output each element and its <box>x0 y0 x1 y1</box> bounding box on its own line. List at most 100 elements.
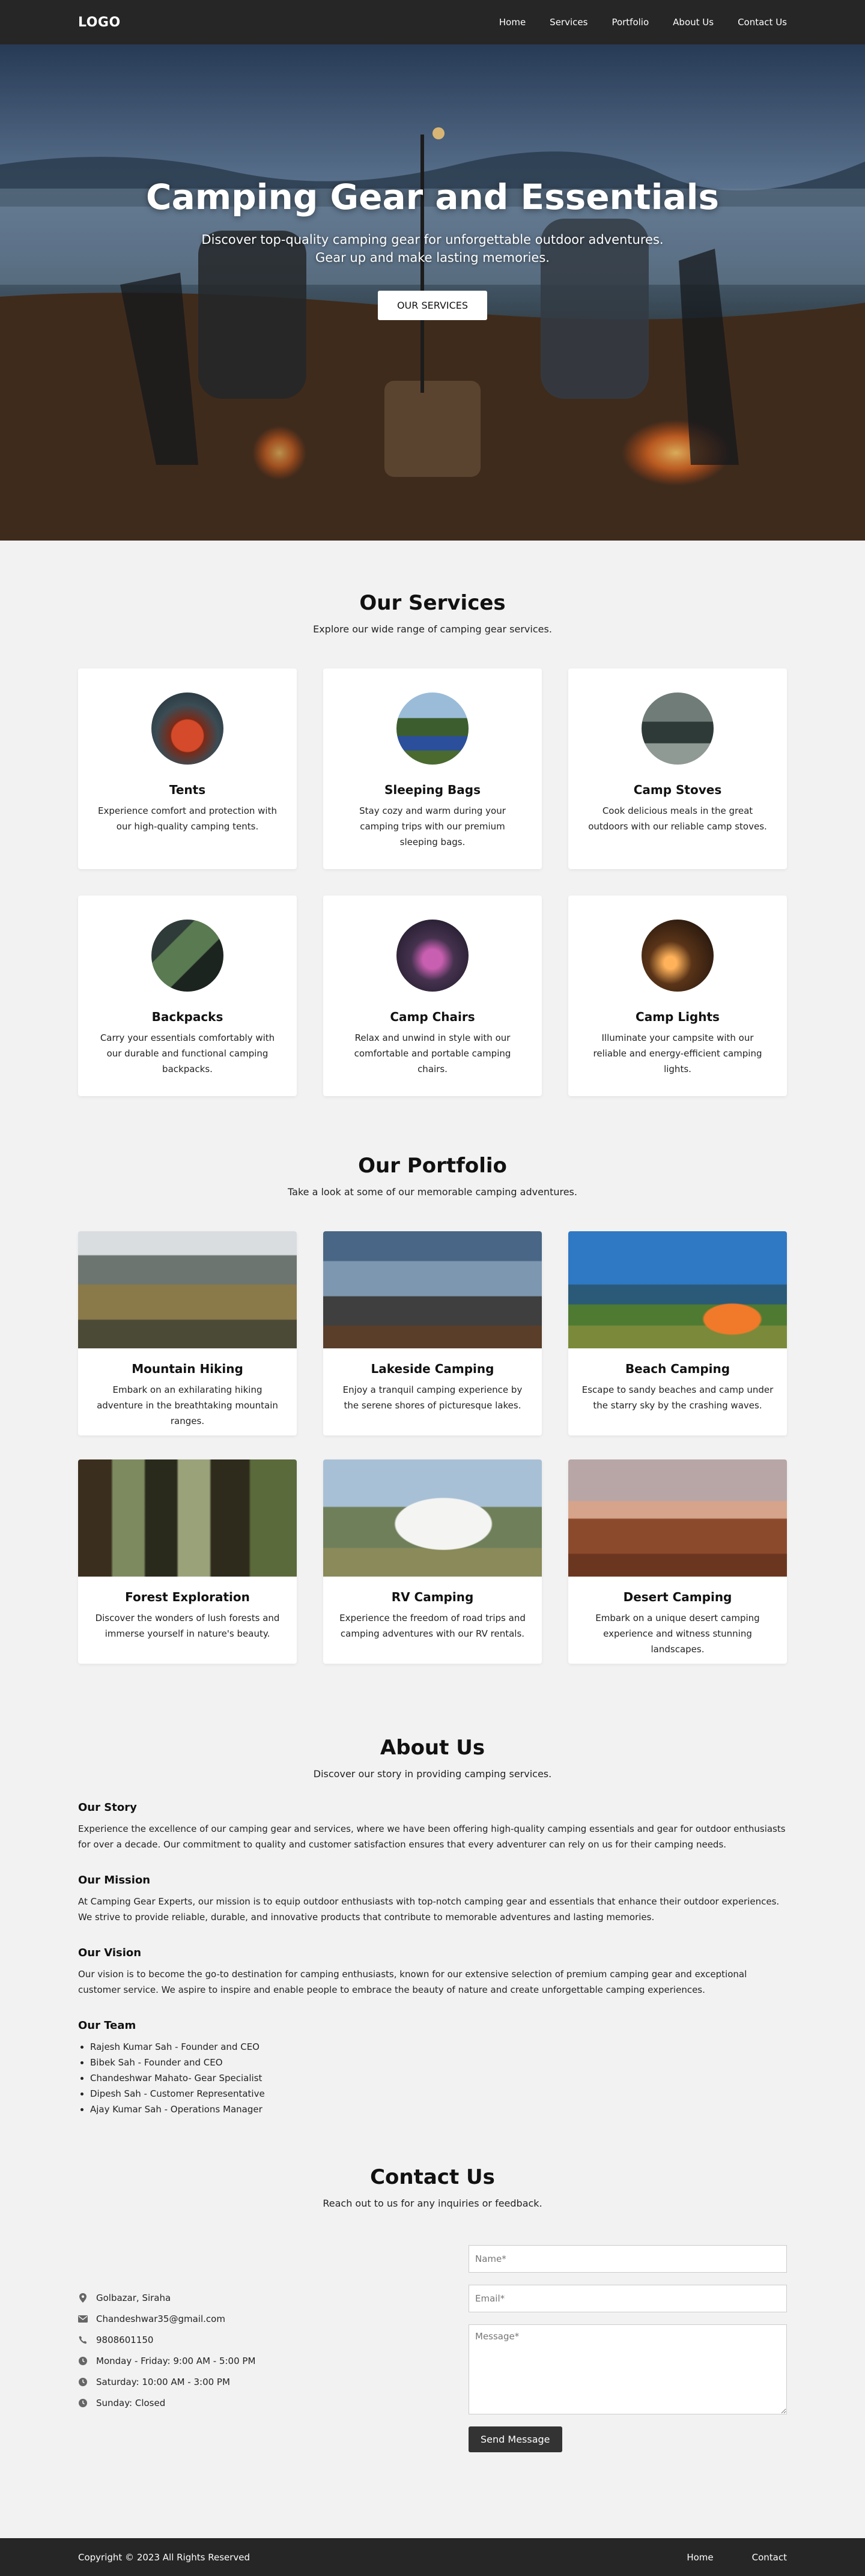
contact-content: Golbazar, Siraha Chandeshwar35@gmail.com… <box>78 2245 787 2452</box>
contact-subtitle: Reach out to us for any inquiries or fee… <box>323 2198 542 2209</box>
backpack-photo <box>151 920 223 992</box>
name-input[interactable] <box>469 2245 787 2273</box>
nav-about-link[interactable]: About Us <box>673 17 714 28</box>
vision-text: Our vision is to become the go-to destin… <box>78 1969 747 1995</box>
forest-exploration-photo <box>78 1459 297 1577</box>
service-name: Sleeping Bags <box>384 783 481 797</box>
mountain-hiking-photo <box>78 1231 297 1348</box>
clock-icon <box>78 2356 88 2366</box>
mail-icon <box>78 2314 88 2324</box>
services-title: Our Services <box>359 591 506 615</box>
nav-home-link[interactable]: Home <box>499 17 526 28</box>
clock-icon <box>78 2398 88 2408</box>
service-description: Cook delicious meals in the great outdoo… <box>588 805 767 832</box>
lakeside-camping-photo <box>323 1231 542 1348</box>
contact-form: Send Message <box>469 2245 787 2452</box>
footer: Copyright © 2023 All Rights Reserved Hom… <box>0 2538 865 2576</box>
contact-hours-sunday: Sunday: Closed <box>78 2392 255 2413</box>
portfolio-card-lakeside-camping[interactable]: Lakeside Camping Enjoy a tranquil campin… <box>323 1231 542 1435</box>
portfolio-name: Mountain Hiking <box>132 1362 243 1376</box>
hero-subtitle-line-2: Gear up and make lasting memories. <box>315 250 550 265</box>
send-message-button[interactable]: Send Message <box>469 2426 562 2452</box>
copyright-text: Copyright © 2023 All Rights Reserved <box>78 2551 250 2563</box>
hours-text: Saturday: 10:00 AM - 3:00 PM <box>96 2376 230 2387</box>
portfolio-section: Our Portfolio Take a look at some of our… <box>0 1096 865 1664</box>
service-card-camp-stoves[interactable]: Camp Stoves Cook delicious meals in the … <box>568 668 787 869</box>
about-title: About Us <box>380 1736 485 1760</box>
camp-chair-photo <box>396 920 469 992</box>
portfolio-name: Desert Camping <box>623 1590 732 1604</box>
service-name: Camp Stoves <box>633 783 722 797</box>
portfolio-subtitle: Take a look at some of our memorable cam… <box>288 1186 577 1198</box>
team-member: Rajesh Kumar Sah - Founder and CEO <box>90 2039 787 2055</box>
logo[interactable]: LOGO <box>78 15 121 30</box>
service-description: Carry your essentials comfortably with o… <box>100 1032 275 1074</box>
nav-services-link[interactable]: Services <box>550 17 587 28</box>
top-navbar: LOGO Home Services Portfolio About Us Co… <box>0 0 865 44</box>
footer-home-link[interactable]: Home <box>687 2552 713 2563</box>
portfolio-card-beach-camping[interactable]: Beach Camping Escape to sandy beaches an… <box>568 1231 787 1435</box>
mission-text: At Camping Gear Experts, our mission is … <box>78 1896 780 1923</box>
contact-hours-saturday: Saturday: 10:00 AM - 3:00 PM <box>78 2371 255 2392</box>
portfolio-description: Discover the wonders of lush forests and… <box>95 1613 280 1639</box>
email-input[interactable] <box>469 2285 787 2312</box>
story-heading: Our Story <box>78 1801 137 1814</box>
service-card-backpacks[interactable]: Backpacks Carry your essentials comforta… <box>78 896 297 1096</box>
contact-hours-weekday: Monday - Friday: 9:00 AM - 5:00 PM <box>78 2350 255 2371</box>
hero-subtitle-line-1: Discover top-quality camping gear for un… <box>201 232 664 247</box>
contact-title: Contact Us <box>370 2165 495 2189</box>
story-text: Experience the excellence of our camping… <box>78 1823 786 1850</box>
portfolio-description: Embark on an exhilarating hiking adventu… <box>97 1384 278 1426</box>
hero-subtitle: Discover top-quality camping gear for un… <box>0 231 865 267</box>
hero-content: Camping Gear and Essentials Discover top… <box>0 177 865 320</box>
contact-section: Contact Us Reach out to us for any inqui… <box>0 2117 865 2452</box>
portfolio-card-rv-camping[interactable]: RV Camping Experience the freedom of roa… <box>323 1459 542 1664</box>
team-member: Bibek Sah - Founder and CEO <box>90 2055 787 2070</box>
our-services-button[interactable]: OUR SERVICES <box>377 291 488 320</box>
portfolio-name: RV Camping <box>391 1590 474 1604</box>
nav-portfolio-link[interactable]: Portfolio <box>612 17 649 28</box>
footer-contact-link[interactable]: Contact <box>752 2552 787 2563</box>
service-name: Camp Chairs <box>390 1010 475 1024</box>
phone-text[interactable]: 9808601150 <box>96 2335 153 2345</box>
portfolio-name: Forest Exploration <box>125 1590 250 1604</box>
location-icon <box>78 2293 88 2303</box>
service-description: Illuminate your campsite with our reliab… <box>593 1032 762 1074</box>
service-name: Camp Lights <box>636 1010 720 1024</box>
beach-camping-photo <box>568 1231 787 1348</box>
services-section: Our Services Explore our wide range of c… <box>0 541 865 1096</box>
mission-heading: Our Mission <box>78 1874 151 1887</box>
service-card-camp-chairs[interactable]: Camp Chairs Relax and unwind in style wi… <box>323 896 542 1096</box>
contact-phone: 9808601150 <box>78 2329 255 2350</box>
hours-text: Monday - Friday: 9:00 AM - 5:00 PM <box>96 2355 256 2366</box>
nav-contact-link[interactable]: Contact Us <box>738 17 787 28</box>
portfolio-card-forest-exploration[interactable]: Forest Exploration Discover the wonders … <box>78 1459 297 1664</box>
service-description: Stay cozy and warm during your camping t… <box>359 805 506 847</box>
service-description: Experience comfort and protection with o… <box>98 805 277 832</box>
team-heading: Our Team <box>78 2019 136 2032</box>
rv-camping-photo <box>323 1459 542 1577</box>
portfolio-card-mountain-hiking[interactable]: Mountain Hiking Embark on an exhilaratin… <box>78 1231 297 1435</box>
email-text[interactable]: Chandeshwar35@gmail.com <box>96 2314 225 2324</box>
service-card-camp-lights[interactable]: Camp Lights Illuminate your campsite wit… <box>568 896 787 1096</box>
service-card-tents[interactable]: Tents Experience comfort and protection … <box>78 668 297 869</box>
portfolio-card-desert-camping[interactable]: Desert Camping Embark on a unique desert… <box>568 1459 787 1664</box>
service-name: Backpacks <box>151 1010 223 1024</box>
about-section: About Us Discover our story in providing… <box>0 1664 865 2117</box>
service-card-sleeping-bags[interactable]: Sleeping Bags Stay cozy and warm during … <box>323 668 542 869</box>
contact-email: Chandeshwar35@gmail.com <box>78 2308 255 2329</box>
message-textarea[interactable] <box>469 2324 787 2414</box>
sleeping-bag-photo <box>396 692 469 765</box>
camp-light-photo <box>642 920 714 992</box>
vision-heading: Our Vision <box>78 1947 142 1959</box>
contact-info: Golbazar, Siraha Chandeshwar35@gmail.com… <box>78 2245 255 2452</box>
portfolio-description: Escape to sandy beaches and camp under t… <box>581 1384 774 1411</box>
portfolio-description: Experience the freedom of road trips and… <box>339 1613 526 1639</box>
about-content: Our Story Experience the excellence of o… <box>78 1801 787 2117</box>
team-list: Rajesh Kumar Sah - Founder and CEO Bibek… <box>78 2039 787 2117</box>
address-text: Golbazar, Siraha <box>96 2292 171 2303</box>
about-subtitle: Discover our story in providing camping … <box>313 1768 552 1780</box>
hours-text: Sunday: Closed <box>96 2397 166 2408</box>
camp-stove-photo <box>642 692 714 765</box>
desert-camping-photo <box>568 1459 787 1577</box>
